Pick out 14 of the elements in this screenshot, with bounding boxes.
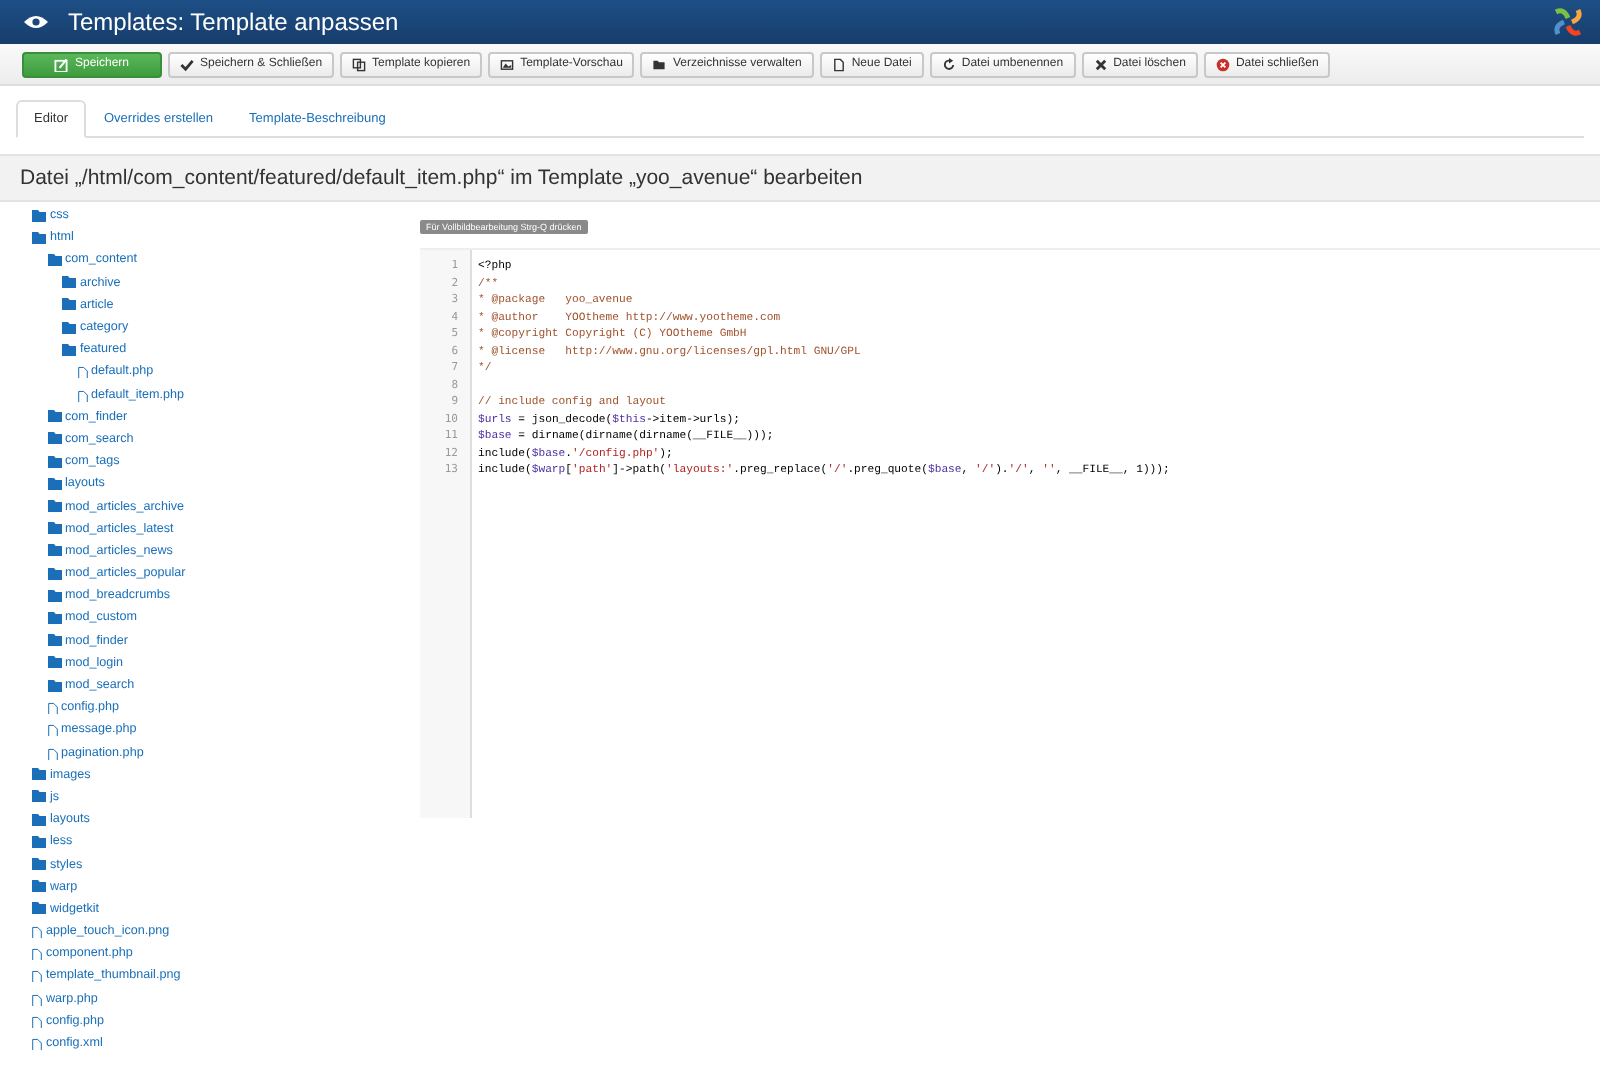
- eye-icon: [24, 14, 48, 30]
- file-heading: Datei „/html/com_content/featured/default_item.php“ im Template „yoo_avenue“ bearbeiten: [0, 154, 1600, 202]
- logo-icon: [1552, 6, 1584, 38]
- edit-icon: [54, 57, 69, 71]
- refresh-icon: [941, 57, 956, 71]
- close-icon: [1215, 57, 1230, 71]
- file-icon: [831, 57, 846, 71]
- image-icon: [500, 57, 515, 71]
- copy-icon: [352, 57, 367, 71]
- code-editor[interactable]: [420, 248, 1600, 818]
- folder-icon: [652, 57, 667, 71]
- check-icon: [180, 57, 194, 71]
- close-icon: [1093, 57, 1108, 71]
- page-title: Templates: Template anpassen: [68, 8, 401, 36]
